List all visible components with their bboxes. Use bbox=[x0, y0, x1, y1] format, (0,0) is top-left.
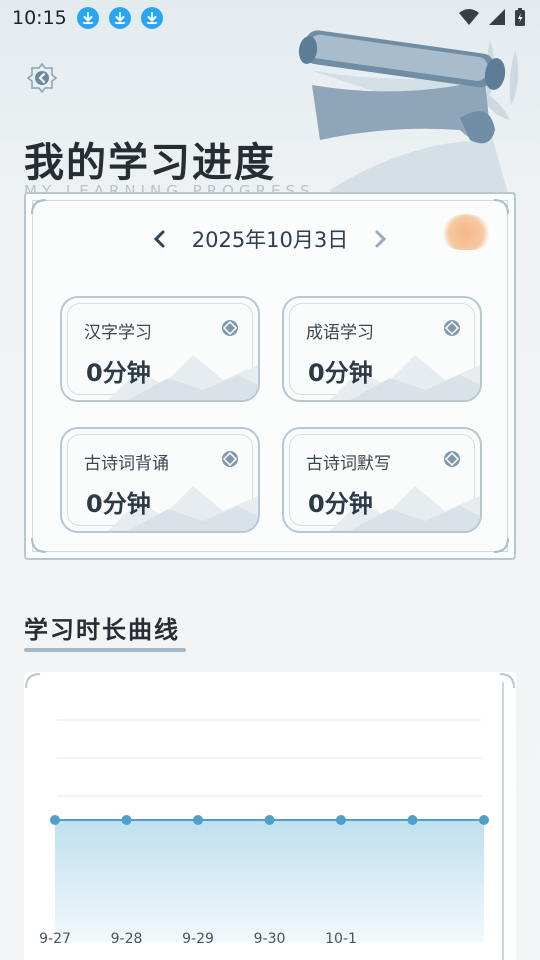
stat-value: 0分钟 bbox=[86, 489, 151, 518]
chart-series bbox=[50, 815, 489, 942]
knot-icon bbox=[220, 449, 240, 469]
corner-ornament bbox=[30, 536, 48, 554]
chevron-left-icon bbox=[153, 230, 165, 248]
stat-label: 成语学习 bbox=[306, 323, 374, 343]
download-icon bbox=[108, 7, 131, 29]
data-point[interactable] bbox=[264, 815, 275, 825]
stat-value: 0分钟 bbox=[308, 358, 373, 387]
stat-tile-chengyu[interactable]: 成语学习 0分钟 bbox=[282, 296, 482, 402]
section-underline bbox=[24, 648, 186, 652]
page-title: 我的学习进度 bbox=[24, 139, 276, 186]
battery-icon bbox=[514, 7, 526, 31]
download-icon bbox=[76, 7, 99, 29]
x-tick-label: 9-30 bbox=[254, 931, 286, 947]
corner-ornament bbox=[492, 198, 510, 216]
duration-chart: 9-27 9-28 9-29 9-30 10-1 bbox=[39, 719, 489, 947]
x-tick-label: 9-28 bbox=[111, 931, 143, 947]
current-date: 2025年10月3日 bbox=[191, 228, 349, 252]
series-area bbox=[55, 820, 484, 942]
stat-tile-hanzi[interactable]: 汉字学习 0分钟 bbox=[60, 296, 260, 402]
progress-card: 2025年10月3日 汉字学习 0分钟 成语学习 0分钟 古诗词背诵 0分钟 古… bbox=[24, 192, 516, 560]
data-point[interactable] bbox=[479, 815, 489, 825]
corner-ornament bbox=[30, 198, 48, 216]
chart-card: 9-27 9-28 9-29 9-30 10-1 bbox=[24, 672, 516, 960]
stat-tile-poem-dictation[interactable]: 古诗词默写 0分钟 bbox=[282, 427, 482, 533]
knot-icon bbox=[220, 318, 240, 338]
data-point[interactable] bbox=[193, 815, 203, 825]
corner-ornament bbox=[492, 536, 510, 554]
x-tick-label: 9-29 bbox=[182, 931, 214, 947]
stat-tile-poem-recite[interactable]: 古诗词背诵 0分钟 bbox=[60, 427, 260, 533]
download-icon bbox=[140, 7, 163, 29]
data-point[interactable] bbox=[50, 815, 60, 825]
back-button[interactable] bbox=[26, 62, 58, 94]
date-selector: 2025年10月3日 bbox=[26, 224, 514, 254]
x-tick-label: 9-27 bbox=[39, 931, 71, 947]
chart-section-title: 学习时长曲线 bbox=[24, 615, 180, 644]
data-point[interactable] bbox=[336, 815, 346, 825]
data-point[interactable] bbox=[121, 815, 132, 825]
wifi-icon bbox=[458, 8, 480, 30]
stat-value: 0分钟 bbox=[308, 489, 373, 518]
x-tick-label: 10-1 bbox=[325, 931, 357, 947]
scroll-decoration bbox=[298, 30, 519, 200]
stat-label: 汉字学习 bbox=[84, 323, 152, 343]
back-arrow-icon bbox=[26, 62, 58, 94]
stat-label: 古诗词默写 bbox=[306, 454, 391, 474]
signal-icon bbox=[488, 8, 506, 30]
knot-icon bbox=[442, 449, 462, 469]
prev-day-button[interactable] bbox=[144, 224, 174, 254]
next-day-button[interactable] bbox=[366, 224, 396, 254]
status-time: 10:15 bbox=[12, 7, 67, 29]
chart-grid bbox=[57, 719, 482, 797]
chevron-right-icon bbox=[375, 230, 387, 248]
stat-label: 古诗词背诵 bbox=[84, 454, 169, 474]
stat-value: 0分钟 bbox=[86, 358, 151, 387]
data-point[interactable] bbox=[407, 815, 418, 825]
knot-icon bbox=[442, 318, 462, 338]
